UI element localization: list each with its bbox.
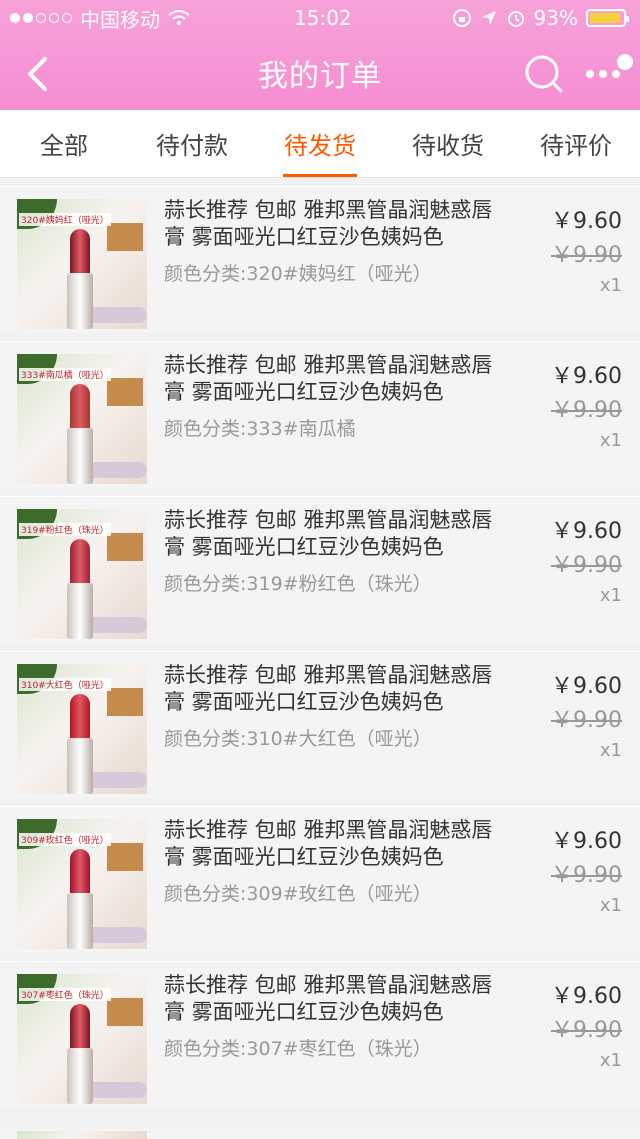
product-variant: 颜色分类:333#南瓜橘: [164, 418, 356, 440]
shade-label: 309#玫红色（哑光）: [19, 833, 111, 846]
tab-pending-receipt[interactable]: 待收货: [384, 110, 512, 177]
lipstick-tube: [67, 1048, 93, 1104]
lipstick-tube: [67, 738, 93, 794]
battery-percent: 93%: [533, 6, 578, 30]
lipstick-tube: [67, 893, 93, 949]
shade-label: 320#姨妈红（哑光）: [19, 213, 111, 226]
product-variant: 颜色分类:319#粉红色（珠光）: [164, 573, 432, 595]
back-button[interactable]: [20, 54, 54, 94]
product-price: ￥9.60: [551, 674, 622, 699]
order-item[interactable]: 310#大红色（哑光） 蒜长推荐 包邮 雅邦黑管晶润魅惑唇膏 雾面哑光口红豆沙色…: [0, 651, 640, 798]
top-header: 中国移动 15:02 93% 我的订单: [0, 0, 640, 110]
signal-icon: [10, 13, 72, 23]
original-price: ￥9.90: [551, 1018, 622, 1043]
product-thumbnail[interactable]: 307#枣红色（珠光）: [17, 974, 147, 1104]
product-thumbnail: [17, 1131, 147, 1139]
shade-label: 310#大红色（哑光）: [19, 678, 111, 691]
product-thumbnail[interactable]: 333#南瓜橘（哑光）: [17, 354, 147, 484]
quantity: x1: [599, 585, 622, 606]
flower-decoration: [87, 462, 147, 478]
order-item[interactable]: 320#姨妈红（哑光） 蒜长推荐 包邮 雅邦黑管晶润魅惑唇膏 雾面哑光口红豆沙色…: [0, 186, 640, 333]
battery-icon: [586, 9, 629, 27]
shade-label: 319#粉红色（珠光）: [19, 523, 111, 536]
lipstick-bullet: [70, 694, 90, 744]
lipstick-tube: [67, 428, 93, 484]
original-price: ￥9.90: [551, 708, 622, 733]
product-variant: 颜色分类:309#玫红色（哑光）: [164, 883, 432, 905]
order-item[interactable]: 319#粉红色（珠光） 蒜长推荐 包邮 雅邦黑管晶润魅惑唇膏 雾面哑光口红豆沙色…: [0, 496, 640, 643]
lipstick-bullet: [70, 1004, 90, 1054]
product-price: ￥9.60: [551, 364, 622, 389]
page-title: 我的订单: [258, 59, 382, 94]
search-button[interactable]: [524, 54, 564, 94]
more-button[interactable]: [584, 52, 634, 92]
order-item[interactable]: 309#玫红色（哑光） 蒜长推荐 包邮 雅邦黑管晶润魅惑唇膏 雾面哑光口红豆沙色…: [0, 806, 640, 953]
lipstick-bullet: [70, 849, 90, 899]
product-variant: 颜色分类:320#姨妈红（哑光）: [164, 263, 432, 285]
carrier-label: 中国移动: [80, 7, 160, 32]
flower-decoration: [87, 307, 147, 323]
shade-label: 333#南瓜橘（哑光）: [19, 368, 111, 381]
lipstick-tube: [67, 583, 93, 639]
product-price: ￥9.60: [551, 519, 622, 544]
product-thumbnail[interactable]: 320#姨妈红（哑光）: [17, 199, 147, 329]
product-variant: 颜色分类:310#大红色（哑光）: [164, 728, 432, 750]
shade-label: 307#枣红色（珠光）: [19, 988, 111, 1001]
product-price: ￥9.60: [551, 984, 622, 1009]
box-decoration: [107, 688, 143, 716]
alarm-icon: [507, 11, 524, 27]
quantity: x1: [599, 740, 622, 761]
product-title[interactable]: 蒜长推荐 包邮 雅邦黑管晶润魅惑唇膏 雾面哑光口红豆沙色姨妈色: [164, 352, 504, 406]
product-title[interactable]: 蒜长推荐 包邮 雅邦黑管晶润魅惑唇膏 雾面哑光口红豆沙色姨妈色: [164, 817, 504, 871]
original-price: ￥9.90: [551, 863, 622, 888]
quantity: x1: [599, 430, 622, 451]
lipstick-bullet: [70, 539, 90, 589]
status-bar: 中国移动 15:02 93%: [0, 0, 640, 36]
original-price: ￥9.90: [551, 553, 622, 578]
quantity: x1: [599, 895, 622, 916]
product-price: ￥9.60: [551, 829, 622, 854]
product-title[interactable]: 蒜长推荐 包邮 雅邦黑管晶润魅惑唇膏 雾面哑光口红豆沙色姨妈色: [164, 507, 504, 561]
flower-decoration: [87, 927, 147, 943]
tab-pending-payment[interactable]: 待付款: [128, 110, 256, 177]
clock: 15:02: [294, 6, 352, 30]
product-price: ￥9.60: [551, 209, 622, 234]
order-status-tabs: 全部 待付款 待发货 待收货 待评价: [0, 110, 640, 178]
box-decoration: [107, 533, 143, 561]
original-price: ￥9.90: [551, 243, 622, 268]
lipstick-bullet: [70, 384, 90, 434]
chevron-left-icon: [28, 57, 47, 91]
original-price: ￥9.90: [551, 398, 622, 423]
product-thumbnail[interactable]: 319#粉红色（珠光）: [17, 509, 147, 639]
search-icon: [525, 55, 563, 93]
lipstick-tube: [67, 273, 93, 329]
product-thumbnail[interactable]: 309#玫红色（哑光）: [17, 819, 147, 949]
more-dots-icon: [586, 54, 633, 78]
product-title[interactable]: 蒜长推荐 包邮 雅邦黑管晶润魅惑唇膏 雾面哑光口红豆沙色姨妈色: [164, 197, 504, 251]
box-decoration: [107, 223, 143, 251]
flower-decoration: [87, 1082, 147, 1098]
box-decoration: [107, 998, 143, 1026]
tab-all[interactable]: 全部: [0, 110, 128, 177]
order-item[interactable]: 333#南瓜橘（哑光） 蒜长推荐 包邮 雅邦黑管晶润魅惑唇膏 雾面哑光口红豆沙色…: [0, 341, 640, 488]
quantity: x1: [599, 1050, 622, 1071]
product-thumbnail[interactable]: 310#大红色（哑光）: [17, 664, 147, 794]
tab-pending-review[interactable]: 待评价: [512, 110, 640, 177]
rotation-lock-icon: [452, 9, 471, 27]
order-list: 320#姨妈红（哑光） 蒜长推荐 包邮 雅邦黑管晶润魅惑唇膏 雾面哑光口红豆沙色…: [0, 186, 640, 1116]
product-variant: 颜色分类:307#枣红色（珠光）: [164, 1038, 432, 1060]
location-arrow-icon: [481, 11, 496, 25]
flower-decoration: [87, 772, 147, 788]
lipstick-bullet: [70, 229, 90, 279]
product-title[interactable]: 蒜长推荐 包邮 雅邦黑管晶润魅惑唇膏 雾面哑光口红豆沙色姨妈色: [164, 662, 504, 716]
box-decoration: [107, 843, 143, 871]
flower-decoration: [87, 617, 147, 633]
order-item[interactable]: 307#枣红色（珠光） 蒜长推荐 包邮 雅邦黑管晶润魅惑唇膏 雾面哑光口红豆沙色…: [0, 961, 640, 1108]
product-title[interactable]: 蒜长推荐 包邮 雅邦黑管晶润魅惑唇膏 雾面哑光口红豆沙色姨妈色: [164, 972, 504, 1026]
list-item-partial[interactable]: [0, 1129, 640, 1139]
wifi-icon: [168, 10, 190, 25]
quantity: x1: [599, 275, 622, 296]
tab-pending-shipment[interactable]: 待发货: [256, 110, 384, 177]
box-decoration: [107, 378, 143, 406]
